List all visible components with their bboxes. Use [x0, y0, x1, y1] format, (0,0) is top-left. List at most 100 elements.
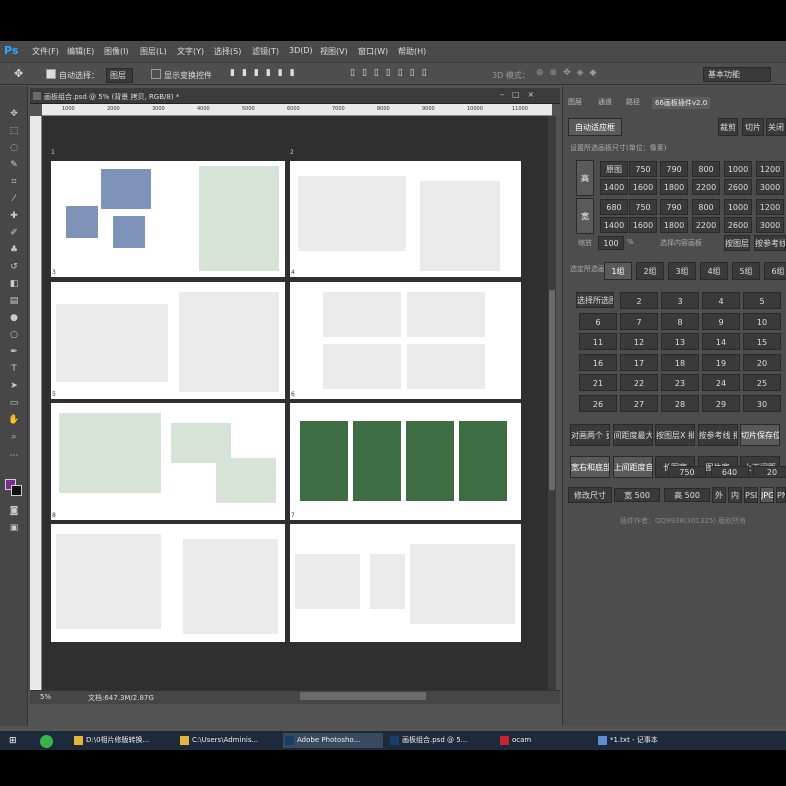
- number-button[interactable]: 6: [579, 312, 617, 330]
- width-option-button[interactable]: 750: [629, 199, 657, 215]
- width-label[interactable]: 宽: [576, 198, 594, 234]
- photo-placeholder[interactable]: [407, 292, 485, 337]
- align-icons[interactable]: ▮▮▮▮▮▮: [230, 68, 302, 78]
- height-option-button[interactable]: 3000: [756, 179, 784, 195]
- width-option-button[interactable]: 790: [660, 199, 688, 215]
- taskbar-item[interactable]: Adobe Photosho...: [283, 733, 383, 748]
- auto-select-checkbox[interactable]: [46, 69, 56, 79]
- eraser-tool-icon[interactable]: ◧: [8, 278, 20, 290]
- width-option-button[interactable]: 1600: [629, 217, 657, 233]
- tab-channels[interactable]: 通道: [598, 97, 612, 107]
- menu-help[interactable]: 帮助(H): [398, 46, 426, 57]
- number-button[interactable]: 11: [579, 333, 617, 351]
- close-button[interactable]: 关闭: [766, 118, 786, 136]
- taskbar-item[interactable]: C:\Users\Adminis...: [178, 733, 278, 748]
- artboard-page[interactable]: 7: [290, 403, 521, 520]
- height-option-button[interactable]: 2200: [692, 179, 720, 195]
- number-button[interactable]: 13: [661, 333, 699, 351]
- slice-button[interactable]: 切片: [742, 118, 764, 136]
- resize-button[interactable]: 修改尺寸: [568, 487, 612, 503]
- artboard-page[interactable]: 24: [290, 149, 521, 277]
- photo-placeholder[interactable]: [353, 421, 401, 501]
- inner-button[interactable]: 内: [728, 487, 742, 503]
- number-button[interactable]: 22: [620, 374, 658, 392]
- history-brush-tool-icon[interactable]: ↺: [8, 261, 20, 273]
- number-button[interactable]: 18: [661, 353, 699, 371]
- cut-button[interactable]: 裁剪: [718, 118, 738, 136]
- select-tab-button[interactable]: 选择所选图: [576, 292, 614, 308]
- brush-tool-icon[interactable]: ✐: [8, 227, 20, 239]
- number-button[interactable]: 24: [702, 374, 740, 392]
- artboard-page[interactable]: 8: [51, 403, 285, 520]
- photo-placeholder[interactable]: [113, 216, 145, 248]
- menu-file[interactable]: 文件(F): [32, 46, 59, 57]
- photo-placeholder[interactable]: [56, 534, 161, 629]
- width-option-button[interactable]: 800: [692, 199, 720, 215]
- group-button[interactable]: 4组: [700, 262, 728, 280]
- tab-artboard-plugin[interactable]: 66画板插件v2.0: [652, 97, 711, 109]
- 3d-tool-icons[interactable]: ⊕⊗✥◈◆: [536, 68, 602, 78]
- width-option-button[interactable]: 2200: [692, 217, 720, 233]
- number-button[interactable]: 25: [743, 374, 781, 392]
- photo-placeholder[interactable]: [295, 554, 360, 609]
- photo-placeholder[interactable]: [298, 176, 406, 251]
- photo-placeholder[interactable]: [407, 344, 485, 389]
- lasso-tool-icon[interactable]: ◌: [8, 142, 20, 154]
- artboard-page[interactable]: [51, 524, 285, 642]
- number-button[interactable]: 28: [661, 395, 699, 412]
- artboard-page[interactable]: 13: [51, 149, 285, 277]
- menu-window[interactable]: 窗口(W): [358, 46, 388, 57]
- photo-placeholder[interactable]: [183, 539, 278, 634]
- photo-placeholder[interactable]: [59, 413, 161, 493]
- taskbar-item[interactable]: 画板组合.psd @ 5...: [388, 733, 488, 748]
- tab-layers[interactable]: 图层: [568, 97, 582, 107]
- photo-placeholder[interactable]: [199, 166, 279, 271]
- height-option-button[interactable]: 800: [692, 161, 720, 177]
- plugin-op2-value[interactable]: 20: [753, 466, 786, 478]
- artboard-page[interactable]: 6: [290, 282, 521, 399]
- height-option-button[interactable]: 1600: [629, 179, 657, 195]
- fit-layer-button[interactable]: 按图层: [724, 235, 750, 251]
- photo-placeholder[interactable]: [420, 181, 500, 271]
- width-option-button[interactable]: 3000: [756, 217, 784, 233]
- number-button[interactable]: 20: [743, 353, 781, 371]
- photo-placeholder[interactable]: [323, 344, 401, 389]
- marquee-tool-icon[interactable]: ⬚: [8, 125, 20, 137]
- type-tool-icon[interactable]: T: [8, 363, 20, 375]
- window-controls-icons[interactable]: –□×: [500, 90, 542, 99]
- fit-guide-button[interactable]: 按参考线: [754, 235, 786, 251]
- number-button[interactable]: 12: [620, 333, 658, 351]
- photo-placeholder[interactable]: [300, 421, 348, 501]
- move-tool-icon[interactable]: ✥: [8, 108, 20, 120]
- taskbar-item[interactable]: D:\0相片修版转换...: [72, 733, 180, 748]
- photo-placeholder[interactable]: [101, 169, 151, 209]
- gradient-tool-icon[interactable]: ▤: [8, 295, 20, 307]
- blur-tool-icon[interactable]: ●: [8, 312, 20, 324]
- plugin-op-button[interactable]: 按图层X 批量切片: [655, 424, 695, 446]
- workspace-dropdown[interactable]: 基本功能: [703, 67, 771, 82]
- plugin-op-button[interactable]: 按参考线 批量切片: [697, 424, 738, 446]
- number-button[interactable]: 19: [702, 353, 740, 371]
- show-transform-checkbox[interactable]: [151, 69, 161, 79]
- dodge-tool-icon[interactable]: ○: [8, 329, 20, 341]
- hand-tool-icon[interactable]: ✋: [8, 414, 20, 426]
- number-button[interactable]: 3: [661, 292, 699, 309]
- number-button[interactable]: 9: [702, 312, 740, 330]
- scale-input[interactable]: 100: [598, 236, 624, 250]
- photo-placeholder[interactable]: [406, 421, 454, 501]
- menu-image[interactable]: 图像(I): [104, 46, 129, 57]
- photo-placeholder[interactable]: [370, 554, 405, 609]
- width-option-button[interactable]: 680: [600, 199, 628, 215]
- menu-3d[interactable]: 3D(D): [289, 46, 313, 55]
- height-option-button[interactable]: 1200: [756, 161, 784, 177]
- quick-mask-icon[interactable]: ◙: [8, 505, 20, 517]
- taskbar-item[interactable]: ocam: [498, 733, 578, 748]
- stamp-tool-icon[interactable]: ♣: [8, 244, 20, 256]
- width-option-button[interactable]: 1800: [660, 217, 688, 233]
- taskbar-item[interactable]: *1.txt - 记事本: [596, 733, 716, 748]
- tab-paths[interactable]: 路径: [626, 97, 640, 107]
- vertical-scroll-thumb[interactable]: [549, 290, 555, 490]
- number-button[interactable]: 30: [743, 395, 781, 412]
- number-button[interactable]: 15: [743, 333, 781, 351]
- move-tool-icon[interactable]: ✥: [14, 67, 23, 80]
